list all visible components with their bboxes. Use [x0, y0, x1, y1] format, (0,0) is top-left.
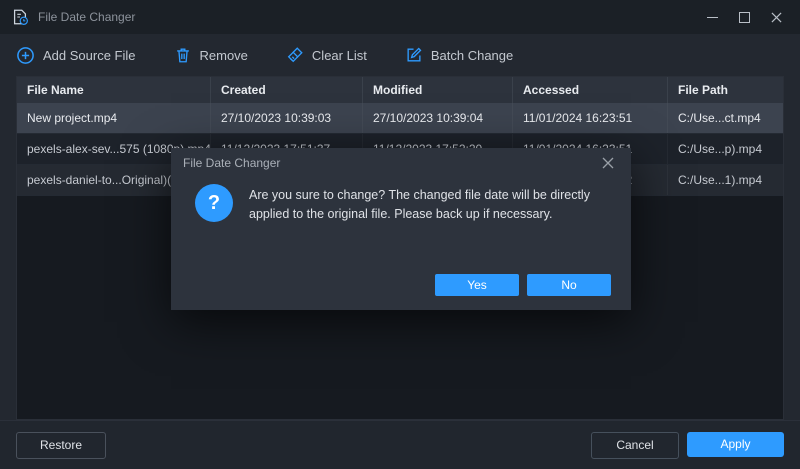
cancel-button[interactable]: Cancel — [591, 432, 679, 459]
edit-icon — [405, 46, 423, 64]
add-circle-icon — [16, 46, 35, 65]
dialog-body: ? Are you sure to change? The changed fi… — [171, 178, 631, 225]
dialog-close-button[interactable] — [597, 152, 619, 174]
close-icon — [602, 157, 614, 169]
column-header-file-path[interactable]: File Path — [667, 77, 783, 103]
table-header: File Name Created Modified Accessed File… — [17, 77, 783, 103]
dialog-message: Are you sure to change? The changed file… — [249, 184, 607, 225]
window-title: File Date Changer — [38, 10, 135, 24]
remove-button[interactable]: Remove — [174, 46, 248, 64]
batch-change-button[interactable]: Batch Change — [405, 46, 513, 64]
toolbar-item-label: Add Source File — [43, 48, 136, 63]
add-source-file-button[interactable]: Add Source File — [16, 46, 136, 65]
cell-file-path: C:/Use...1).mp4 — [667, 165, 783, 195]
toolbar: Add Source File Remove Clear List Batch … — [0, 34, 800, 76]
dialog-title: File Date Changer — [183, 156, 280, 170]
cell-file-path: C:/Use...p).mp4 — [667, 134, 783, 164]
maximize-icon — [739, 12, 750, 23]
minimize-icon — [707, 17, 718, 18]
app-window: File Date Changer Add Source File Remove — [0, 0, 800, 469]
cell-file-name: New project.mp4 — [17, 103, 210, 133]
yes-button[interactable]: Yes — [435, 274, 519, 296]
trash-icon — [174, 46, 192, 64]
cell-accessed: 11/01/2024 16:23:51 — [512, 103, 667, 133]
footer-actions: Cancel Apply — [591, 432, 784, 459]
broom-icon — [286, 46, 304, 64]
restore-button[interactable]: Restore — [16, 432, 106, 459]
footer-bar: Restore Cancel Apply — [0, 420, 800, 469]
column-header-accessed[interactable]: Accessed — [512, 77, 667, 103]
no-button[interactable]: No — [527, 274, 611, 296]
table-row[interactable]: New project.mp4 27/10/2023 10:39:03 27/1… — [17, 103, 783, 134]
column-header-created[interactable]: Created — [210, 77, 362, 103]
confirm-dialog: File Date Changer ? Are you sure to chan… — [171, 148, 631, 310]
maximize-button[interactable] — [728, 3, 760, 31]
toolbar-item-label: Batch Change — [431, 48, 513, 63]
cell-file-path: C:/Use...ct.mp4 — [667, 103, 783, 133]
dialog-title-bar: File Date Changer — [171, 148, 631, 178]
clear-list-button[interactable]: Clear List — [286, 46, 367, 64]
cell-modified: 27/10/2023 10:39:04 — [362, 103, 512, 133]
toolbar-item-label: Clear List — [312, 48, 367, 63]
column-header-file-name[interactable]: File Name — [17, 77, 210, 103]
app-logo-icon — [10, 7, 30, 27]
close-icon — [771, 12, 782, 23]
apply-button[interactable]: Apply — [687, 432, 784, 457]
title-bar: File Date Changer — [0, 0, 800, 34]
dialog-buttons: Yes No — [435, 274, 611, 296]
question-mark-icon: ? — [195, 184, 233, 222]
toolbar-item-label: Remove — [200, 48, 248, 63]
close-button[interactable] — [760, 3, 792, 31]
cell-created: 27/10/2023 10:39:03 — [210, 103, 362, 133]
column-header-modified[interactable]: Modified — [362, 77, 512, 103]
minimize-button[interactable] — [696, 3, 728, 31]
window-controls — [696, 3, 792, 31]
